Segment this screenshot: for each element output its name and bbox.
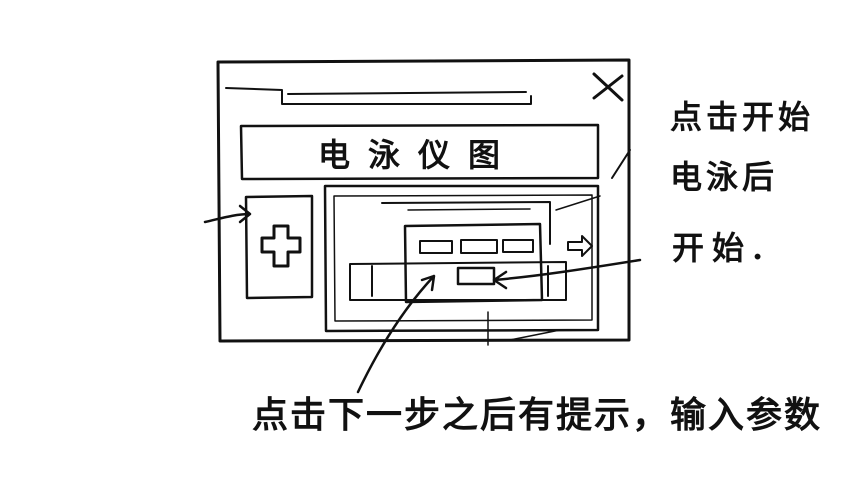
plus-icon[interactable] <box>258 222 304 270</box>
arrow-right-icon <box>567 235 593 257</box>
window-title: 电泳仪图 <box>318 136 519 174</box>
param-box-1 <box>419 240 453 254</box>
annotation-bottom: 点击下一步之后有提示，输入参数 <box>252 394 823 436</box>
content-area <box>323 184 600 333</box>
param-box-3 <box>502 239 534 253</box>
window-frame <box>216 58 631 343</box>
annotation-start-line1: 点击开始 <box>670 98 815 136</box>
left-pointer-arrow <box>203 204 252 224</box>
annotation-start-line3: 开始. <box>672 229 772 267</box>
close-icon[interactable] <box>588 70 628 104</box>
annotation-start-line2: 电泳后 <box>670 158 779 196</box>
param-box-2 <box>460 239 498 254</box>
title-bar-line <box>225 87 532 105</box>
next-pointer-arrow <box>356 274 436 394</box>
start-button-shape <box>456 266 496 286</box>
